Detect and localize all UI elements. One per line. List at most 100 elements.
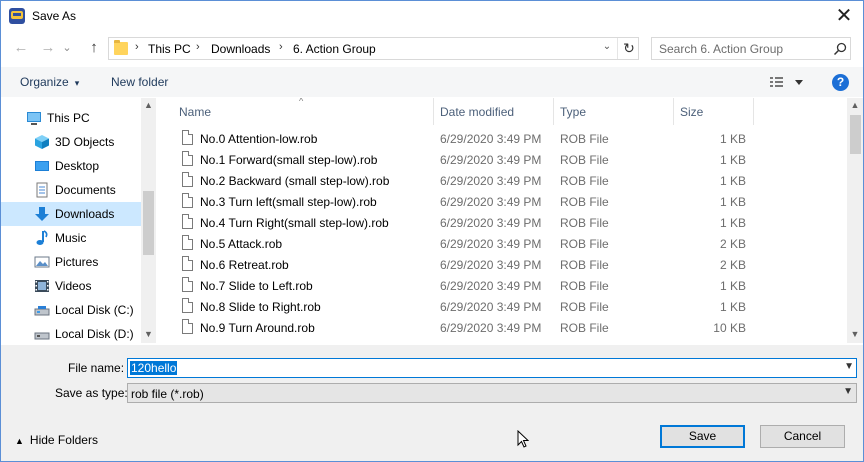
file-icon <box>182 172 193 187</box>
column-divider[interactable] <box>553 98 554 125</box>
file-name: No.8 Slide to Right.rob <box>200 300 321 314</box>
refresh-icon[interactable]: ↻ <box>617 38 640 59</box>
title-bar: Save As ✕ <box>1 1 863 32</box>
view-options-icon[interactable] <box>769 75 803 89</box>
sidebar-item-documents[interactable]: Documents <box>1 178 141 202</box>
sidebar-item-label: Videos <box>55 279 92 293</box>
file-type: ROB File <box>560 195 609 209</box>
file-icon <box>182 235 193 250</box>
organize-button[interactable]: Organize ▾ <box>20 75 79 89</box>
organize-label: Organize <box>20 75 69 89</box>
mouse-cursor-icon <box>517 430 529 448</box>
save-button[interactable]: Save <box>660 425 745 448</box>
file-name: No.9 Turn Around.rob <box>200 321 315 335</box>
column-header-name[interactable]: Name <box>179 105 211 119</box>
caret-up-icon: ▲ <box>15 436 24 446</box>
sidebar-item-label: Pictures <box>55 255 99 269</box>
sidebar-item-downloads[interactable]: Downloads <box>1 202 141 226</box>
window-title: Save As <box>32 9 77 23</box>
navigation-pane: This PC 3D Objects Desktop Documents Dow… <box>1 98 156 343</box>
file-type: ROB File <box>560 132 609 146</box>
forward-arrow-icon[interactable]: → <box>37 37 59 59</box>
file-name-field[interactable]: 120hello ▼ <box>127 358 857 378</box>
scroll-up-icon[interactable]: ▲ <box>141 100 156 110</box>
sidebar-item-label: 3D Objects <box>55 135 115 149</box>
scroll-up-icon[interactable]: ▲ <box>847 100 863 110</box>
scrollbar-thumb[interactable] <box>850 115 861 154</box>
chevron-down-icon[interactable]: ▼ <box>844 361 854 372</box>
sidebar-item-label: Desktop <box>55 159 100 173</box>
new-folder-button[interactable]: New folder <box>111 75 168 89</box>
scrollbar-thumb[interactable] <box>143 191 154 255</box>
file-row[interactable]: No.6 Retreat.rob 6/29/2020 3:49 PM ROB F… <box>171 254 847 275</box>
file-row[interactable]: No.4 Turn Right(small step-low).rob 6/29… <box>171 212 847 233</box>
address-dropdown-icon[interactable]: ⌄ <box>599 41 615 52</box>
file-row[interactable]: No.7 Slide to Left.rob 6/29/2020 3:49 PM… <box>171 275 847 296</box>
file-date: 6/29/2020 3:49 PM <box>440 174 542 188</box>
column-divider[interactable] <box>673 98 674 125</box>
sidebar-item-3d-objects[interactable]: 3D Objects <box>1 130 141 154</box>
column-header-date[interactable]: Date modified <box>440 105 514 119</box>
breadcrumb-separator-icon[interactable]: › <box>196 41 200 53</box>
sidebar-item-local-disk-c[interactable]: Local Disk (C:) <box>1 298 141 322</box>
sidebar-item-this-pc[interactable]: This PC <box>1 106 141 130</box>
file-date: 6/29/2020 3:49 PM <box>440 300 542 314</box>
file-row[interactable]: No.2 Backward (small step-low).rob 6/29/… <box>171 170 847 191</box>
breadcrumb-separator-icon[interactable]: › <box>279 41 283 53</box>
scroll-down-icon[interactable]: ▼ <box>141 329 156 339</box>
file-name: No.1 Forward(small step-low).rob <box>200 153 378 167</box>
file-size: 1 KB <box>719 195 746 209</box>
file-row[interactable]: No.0 Attention-low.rob 6/29/2020 3:49 PM… <box>171 128 847 149</box>
video-icon <box>35 280 49 292</box>
column-header-size[interactable]: Size <box>680 105 703 119</box>
command-toolbar: Organize ▾ New folder ? <box>1 67 863 97</box>
address-bar[interactable]: › This PC › Downloads › 6. Action Group … <box>108 37 639 60</box>
sidebar-item-label: Local Disk (C:) <box>55 303 134 317</box>
help-icon[interactable]: ? <box>832 74 849 91</box>
file-type: ROB File <box>560 216 609 230</box>
file-name: No.7 Slide to Left.rob <box>200 279 313 293</box>
breadcrumb-separator-icon[interactable]: › <box>135 41 139 53</box>
save-type-select[interactable]: rob file (*.rob) ▼ <box>127 383 857 403</box>
sidebar-item-videos[interactable]: Videos <box>1 274 141 298</box>
sidebar-item-pictures[interactable]: Pictures <box>1 250 141 274</box>
search-input[interactable]: Search 6. Action Group <box>651 37 851 60</box>
file-list-scrollbar[interactable]: ▲ ▼ <box>847 98 863 343</box>
back-arrow-icon[interactable]: ← <box>10 37 32 59</box>
sidebar-scrollbar[interactable]: ▲ ▼ <box>141 98 156 343</box>
column-header-type[interactable]: Type <box>560 105 586 119</box>
column-divider[interactable] <box>433 98 434 125</box>
navigation-bar: ← → ⌄ ↑ › This PC › Downloads › 6. Actio… <box>1 33 863 63</box>
file-type: ROB File <box>560 279 609 293</box>
scroll-down-icon[interactable]: ▼ <box>847 329 863 339</box>
chevron-down-icon[interactable]: ▼ <box>843 386 853 397</box>
file-date: 6/29/2020 3:49 PM <box>440 321 542 335</box>
sidebar-item-local-disk-d[interactable]: Local Disk (D:) <box>1 322 141 343</box>
file-row[interactable]: No.3 Turn left(small step-low).rob 6/29/… <box>171 191 847 212</box>
search-placeholder: Search 6. Action Group <box>659 42 784 56</box>
cancel-button[interactable]: Cancel <box>760 425 845 448</box>
download-arrow-icon <box>35 207 49 221</box>
file-name: No.3 Turn left(small step-low).rob <box>200 195 377 209</box>
recent-locations-chevron-icon[interactable]: ⌄ <box>60 37 74 59</box>
file-row[interactable]: No.1 Forward(small step-low).rob 6/29/20… <box>171 149 847 170</box>
breadcrumb-this-pc[interactable]: This PC <box>148 42 191 56</box>
hide-folders-button[interactable]: ▲ Hide Folders <box>15 433 98 447</box>
sidebar-item-music[interactable]: Music <box>1 226 141 250</box>
column-divider[interactable] <box>753 98 754 125</box>
file-icon <box>182 256 193 271</box>
file-name: No.5 Attack.rob <box>200 237 283 251</box>
file-row[interactable]: No.8 Slide to Right.rob 6/29/2020 3:49 P… <box>171 296 847 317</box>
file-size: 1 KB <box>719 300 746 314</box>
breadcrumb-downloads[interactable]: Downloads <box>211 42 270 56</box>
up-arrow-icon[interactable]: ↑ <box>83 37 105 59</box>
file-size: 2 KB <box>719 237 746 251</box>
close-icon[interactable]: ✕ <box>827 3 861 31</box>
file-size: 2 KB <box>719 258 746 272</box>
file-size: 1 KB <box>719 279 746 293</box>
file-date: 6/29/2020 3:49 PM <box>440 258 542 272</box>
sidebar-item-desktop[interactable]: Desktop <box>1 154 141 178</box>
file-row[interactable]: No.5 Attack.rob 6/29/2020 3:49 PM ROB Fi… <box>171 233 847 254</box>
breadcrumb-current-folder[interactable]: 6. Action Group <box>293 42 376 56</box>
file-row[interactable]: No.9 Turn Around.rob 6/29/2020 3:49 PM R… <box>171 317 847 338</box>
